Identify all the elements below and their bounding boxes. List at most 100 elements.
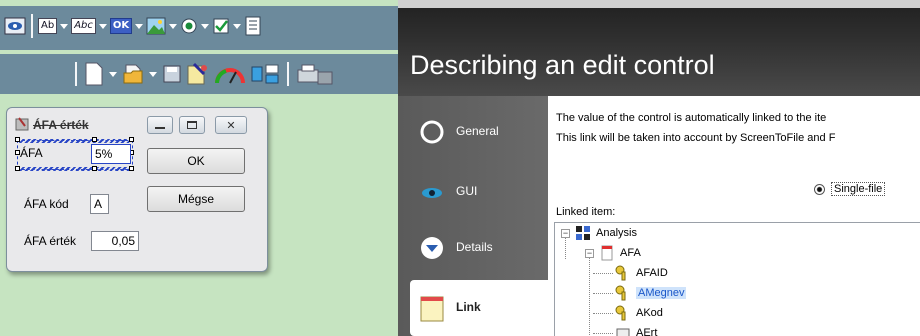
resize-handle[interactable]: [92, 166, 97, 171]
italic-text-control-icon[interactable]: Abc: [71, 16, 96, 36]
checkbox-control-dropdown[interactable]: [232, 16, 242, 36]
italic-chip-text: Abc: [71, 18, 96, 34]
cancel-button[interactable]: Mégse: [147, 186, 245, 212]
resize-handle[interactable]: [15, 166, 20, 171]
afa-kod-field[interactable]: A: [90, 194, 109, 214]
close-icon: ✕: [226, 118, 236, 132]
listbox-control-icon[interactable]: [244, 16, 262, 36]
wizard-title: Describing an edit control: [410, 50, 715, 80]
gauge-icon[interactable]: [214, 64, 246, 84]
tree-item-label: AFAID: [636, 267, 668, 279]
radio-control-dropdown[interactable]: [200, 16, 210, 36]
key-icon: [615, 305, 631, 321]
tree-connector: [589, 253, 590, 335]
ok-button[interactable]: OK: [147, 148, 245, 174]
tree-item-akod[interactable]: AKod: [615, 303, 663, 323]
checkbox-control-icon[interactable]: [212, 16, 230, 36]
tree-item-label: AKod: [636, 307, 663, 319]
button-chip-text: OK: [109, 18, 133, 34]
tree-item-aert[interactable]: AErt: [615, 323, 657, 336]
tree-item-amegnev[interactable]: AMegnev: [615, 283, 687, 303]
tree-item-label-selected: AMegnev: [636, 287, 687, 299]
image-control-icon[interactable]: [146, 16, 166, 36]
label-chip-text: Ab: [38, 18, 58, 34]
italic-text-dropdown[interactable]: [98, 16, 108, 36]
nav-item-general[interactable]: General: [398, 104, 548, 160]
new-document-icon[interactable]: [84, 62, 104, 86]
nav-gui-label: GUI: [456, 184, 478, 198]
tree-connector: [593, 273, 613, 274]
minimize-icon: [155, 127, 165, 129]
eye-icon: [420, 180, 444, 204]
field-icon: [615, 325, 631, 336]
afa-kod-label: ÁFA kód: [24, 197, 69, 211]
dialog-title: ÁFA érték: [33, 118, 89, 132]
layout-icon[interactable]: [250, 64, 280, 84]
key-icon: [615, 285, 631, 301]
tree-item-afa[interactable]: AFA: [599, 243, 641, 263]
dialog-app-icon: [15, 116, 31, 132]
analysis-icon: [575, 225, 591, 241]
resize-handle[interactable]: [129, 137, 134, 142]
single-file-label: Single-file: [831, 182, 886, 196]
control-toolbar: Ab Abc OK: [0, 6, 398, 50]
tree-item-label: Analysis: [596, 227, 637, 239]
key-icon: [615, 265, 631, 281]
resize-handle[interactable]: [92, 137, 97, 142]
description-line-2: This link will be taken into account by …: [556, 132, 836, 144]
link-panel: The value of the control is automaticall…: [548, 96, 920, 336]
header-top-strip: [398, 0, 920, 8]
button-control-icon[interactable]: OK: [109, 16, 133, 36]
toolbar-separator: [31, 14, 33, 38]
afa-ertek-label: ÁFA érték: [24, 234, 77, 248]
nav-item-link[interactable]: Link: [410, 280, 548, 336]
describe-control-wizard: Describing an edit control General GUI D…: [398, 0, 920, 336]
minimize-button[interactable]: [147, 116, 173, 134]
tree-connector: [593, 293, 613, 294]
description-line-1: The value of the control is automaticall…: [556, 112, 827, 124]
note-icon: [420, 296, 444, 322]
tree-item-afaid[interactable]: AFAID: [615, 263, 668, 283]
resize-handle[interactable]: [15, 137, 20, 142]
nav-link-label: Link: [456, 300, 481, 314]
chevron-down-circle-icon: [420, 236, 444, 260]
afa-label: ÁFA: [20, 146, 43, 160]
window-editor: Ab Abc OK ÁFA érték ✕ ÁFA 5% ÁFA kód A Á…: [0, 0, 398, 336]
standard-toolbar: [0, 54, 398, 94]
eye-icon[interactable]: [4, 16, 26, 36]
save-disk-icon[interactable]: [162, 64, 182, 84]
nav-details-label: Details: [456, 240, 493, 254]
afa-field[interactable]: 5%: [91, 144, 131, 164]
single-file-radio[interactable]: Single-file: [814, 182, 886, 196]
tree-item-analysis[interactable]: Analysis: [575, 223, 637, 243]
new-document-dropdown[interactable]: [108, 64, 118, 84]
tree-collapse-toggle[interactable]: −: [585, 249, 594, 258]
open-folder-dropdown[interactable]: [148, 64, 158, 84]
maximize-button[interactable]: [179, 116, 205, 134]
linked-item-tree[interactable]: − Analysis − AFA AFAID AMegnev AKod AErt: [554, 222, 920, 336]
radio-control-icon[interactable]: [180, 16, 198, 36]
close-button[interactable]: ✕: [215, 116, 247, 134]
label-control-icon[interactable]: Ab: [38, 16, 58, 36]
wizard-icon[interactable]: [186, 62, 210, 85]
tree-connector: [593, 313, 613, 314]
toolbar-separator: [287, 62, 289, 86]
nav-item-gui[interactable]: GUI: [398, 164, 548, 220]
tree-collapse-toggle[interactable]: −: [561, 229, 570, 238]
circle-icon: [420, 120, 444, 144]
radio-selected-icon: [814, 183, 825, 195]
open-folder-icon[interactable]: [122, 64, 144, 84]
image-control-dropdown[interactable]: [168, 16, 178, 36]
afa-ertek-field[interactable]: 0,05: [91, 231, 139, 251]
nav-item-details[interactable]: Details: [398, 220, 548, 276]
print-icon[interactable]: [296, 64, 334, 85]
wizard-nav: General GUI Details Link: [398, 96, 548, 336]
resize-handle[interactable]: [129, 166, 134, 171]
tree-connector: [593, 333, 613, 334]
button-control-dropdown[interactable]: [134, 16, 144, 36]
wizard-header: Describing an edit control: [398, 0, 920, 96]
nav-general-label: General: [456, 124, 499, 138]
maximize-icon: [187, 121, 197, 129]
label-control-dropdown[interactable]: [59, 16, 69, 36]
afa-dialog[interactable]: ÁFA érték ✕ ÁFA 5% ÁFA kód A ÁFA érték 0…: [6, 107, 268, 272]
